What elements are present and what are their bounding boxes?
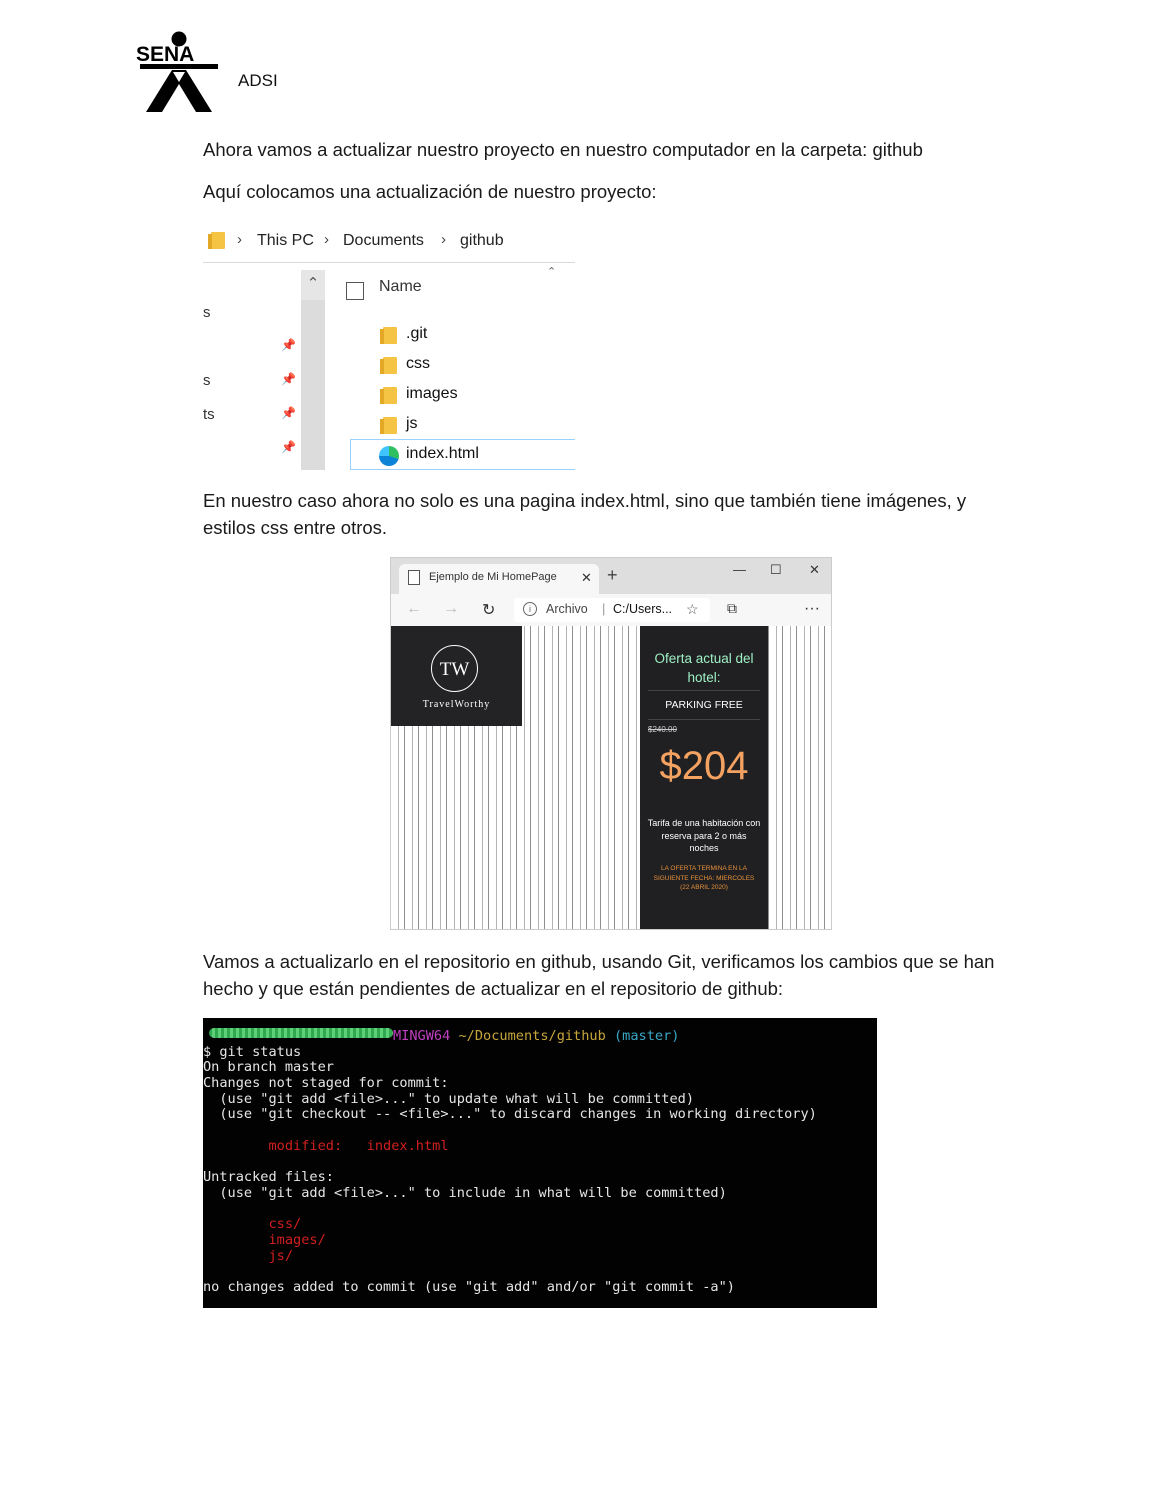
- chevron-right-icon: ›: [237, 231, 242, 248]
- breadcrumb-this-pc[interactable]: This PC: [257, 232, 314, 250]
- tab-title: Ejemplo de Mi HomePage: [429, 571, 557, 583]
- breadcrumb-github[interactable]: github: [460, 232, 504, 250]
- file-name: index.html: [406, 445, 479, 462]
- terminal-untracked-line: images/: [203, 1232, 326, 1248]
- info-icon: i: [523, 602, 537, 616]
- paragraph-update: Aquí colocamos una actualización de nues…: [203, 181, 657, 202]
- file-name: .git: [406, 325, 428, 342]
- address-url: C:/Users...: [613, 602, 673, 616]
- new-tab-icon[interactable]: +: [607, 565, 618, 586]
- prompt-branch: (master): [614, 1028, 680, 1044]
- folder-icon: [208, 232, 225, 249]
- maximize-icon[interactable]: ☐: [770, 562, 782, 578]
- address-label: Archivo: [546, 602, 588, 616]
- prompt-env: MINGW64: [393, 1028, 451, 1044]
- scroll-up-arrow-icon[interactable]: ⌃: [301, 270, 325, 300]
- nav-item-fragment[interactable]: s: [203, 304, 211, 321]
- brand-logo-box: TW TravelWorthy: [391, 626, 522, 726]
- header-label: ADSI: [238, 71, 278, 90]
- parking-badge: PARKING FREE: [648, 690, 760, 720]
- file-name: js: [406, 415, 418, 432]
- terminal-modified-line: modified: index.html: [203, 1138, 449, 1154]
- column-header-name[interactable]: Name: [379, 278, 422, 296]
- edge-browser-icon: [379, 446, 399, 466]
- browser-toolbar: ← → ↻ i Archivo | C:/Users... ☆ ⧉ ···: [391, 594, 831, 626]
- paragraph-description: En nuestro caso ahora no solo es una pag…: [203, 490, 967, 538]
- terminal-prompt: MINGW64 ~/Documents/github (master): [393, 1028, 680, 1045]
- folder-icon: [380, 357, 397, 374]
- folder-icon: [380, 327, 397, 344]
- breadcrumb-documents[interactable]: Documents: [343, 232, 424, 250]
- file-name: css: [406, 355, 430, 372]
- close-tab-icon[interactable]: ✕: [581, 570, 592, 586]
- rate-description: Tarifa de una habitación con reserva par…: [647, 818, 761, 853]
- terminal-line: (use "git add <file>..." to include in w…: [203, 1185, 727, 1201]
- prompt-path: ~/Documents/github: [458, 1028, 606, 1044]
- terminal-line: no changes added to commit (use "git add…: [203, 1279, 735, 1295]
- paragraph-intro: Ahora vamos a actualizar nuestro proyect…: [203, 139, 923, 160]
- sort-up-icon[interactable]: ⌃: [547, 265, 556, 278]
- terminal-line: Untracked files:: [203, 1169, 334, 1185]
- pin-icon: 📌: [281, 406, 296, 420]
- nav-scrollbar[interactable]: [301, 270, 325, 470]
- pin-icon: 📌: [281, 372, 296, 386]
- brand-name: TravelWorthy: [422, 699, 491, 710]
- forward-icon[interactable]: →: [443, 600, 459, 618]
- minimize-icon[interactable]: —: [733, 562, 746, 577]
- offer-title: Oferta actual del hotel:: [654, 651, 754, 685]
- nav-item-fragment[interactable]: s: [203, 372, 211, 389]
- chevron-right-icon: ›: [441, 231, 446, 248]
- redacted-username-scribble: [209, 1028, 393, 1038]
- chevron-right-icon: ›: [324, 231, 329, 248]
- page-content: TW TravelWorthy Oferta actual del hotel:…: [391, 626, 831, 929]
- offer-panel: Oferta actual del hotel: PARKING FREE $2…: [640, 626, 768, 929]
- tab-strip: Ejemplo de Mi HomePage ✕ + — ☐ ✕: [391, 558, 831, 594]
- refresh-icon[interactable]: ↻: [482, 600, 495, 620]
- select-all-checkbox[interactable]: [346, 282, 364, 300]
- terminal-untracked-line: css/: [203, 1216, 302, 1232]
- sena-logo: SENA: [136, 31, 218, 112]
- offer-price: $204: [659, 744, 749, 788]
- file-explorer-screenshot: › This PC › Documents › github s s ts 📌 …: [203, 220, 575, 470]
- pin-icon: 📌: [281, 440, 296, 454]
- browser-screenshot: Ejemplo de Mi HomePage ✕ + — ☐ ✕ ← → ↻ i…: [390, 557, 832, 930]
- folder-icon: [380, 417, 397, 434]
- brand-monogram: TW: [431, 645, 478, 692]
- terminal-untracked-line: js/: [203, 1248, 294, 1264]
- folder-icon: [380, 387, 397, 404]
- nav-item-fragment[interactable]: ts: [203, 406, 215, 423]
- collections-icon[interactable]: ⧉: [727, 600, 737, 617]
- terminal-line: On branch master: [203, 1059, 334, 1075]
- deal-end-notice: LA OFERTA TERMINA EN LA SIGUIENTE FECHA:…: [653, 865, 755, 891]
- terminal-screenshot: MINGW64 ~/Documents/github (master) $ gi…: [203, 1018, 877, 1308]
- terminal-line: (use "git checkout -- <file>..." to disc…: [203, 1106, 817, 1122]
- paragraph-git-intro: Vamos a actualizarlo en el repositorio e…: [203, 951, 995, 999]
- address-breadcrumb: › This PC › Documents › github: [203, 220, 575, 263]
- back-icon[interactable]: ←: [406, 600, 422, 618]
- more-menu-icon[interactable]: ···: [804, 600, 820, 618]
- close-window-icon[interactable]: ✕: [809, 562, 820, 578]
- address-separator: |: [602, 601, 606, 616]
- address-bar[interactable]: i Archivo | C:/Users... ☆: [514, 598, 710, 622]
- page-icon: [408, 570, 420, 585]
- sena-logo-text: SENA: [136, 43, 194, 66]
- terminal-line: Changes not staged for commit:: [203, 1075, 449, 1091]
- favorite-star-icon[interactable]: ☆: [686, 601, 699, 618]
- browser-tab[interactable]: Ejemplo de Mi HomePage ✕: [399, 564, 599, 594]
- pin-icon: 📌: [281, 338, 296, 352]
- file-name: images: [406, 385, 458, 402]
- old-price: $240.00: [648, 725, 677, 734]
